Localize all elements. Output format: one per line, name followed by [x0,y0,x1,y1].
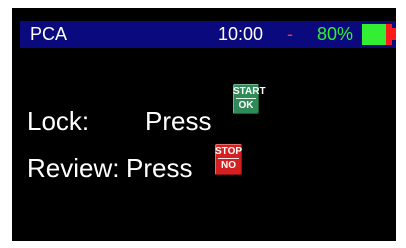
status-bar: PCA 10:00 - 80% [20,21,396,48]
start-ok-key-icon: START OK [233,84,266,114]
ok-key-label: OK [236,98,256,111]
battery-fill [362,24,386,45]
battery-tip [392,28,396,40]
battery-percent: 80% [317,24,354,44]
status-separator: - [287,24,293,44]
review-label: Review: [27,153,120,183]
lock-action-text: Press [145,106,212,136]
stop-no-key-icon: STOP NO [215,144,242,175]
app-title: PCA [30,24,68,44]
stop-key-label: STOP [215,146,243,157]
lock-label: Lock: [27,106,90,136]
device-frame: PCA 10:00 - 80% Lock: Press START OK Rev… [0,0,406,248]
pump-display: PCA 10:00 - 80% Lock: Press START OK Rev… [12,8,396,241]
battery-icon [362,24,392,45]
review-action-text: Press [126,153,193,183]
start-key-label: START [233,86,266,97]
clock: 10:00 [218,24,264,44]
no-key-label: NO [218,158,239,171]
